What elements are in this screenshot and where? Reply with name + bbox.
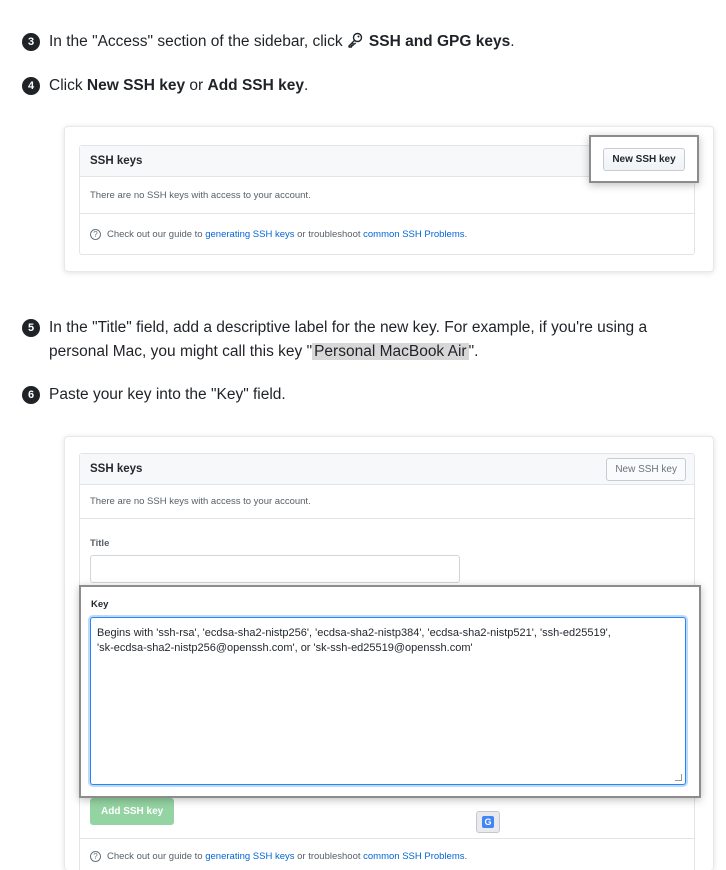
step-text: Click New SSH key or Add SSH key. [49, 77, 309, 94]
highlighted-text: Personal MacBook Air [312, 343, 469, 360]
step-number: 5 [22, 319, 40, 337]
guide-row: ? Check out our guide to generating SSH … [80, 214, 694, 254]
guide-row: ? Check out our guide to generating SSH … [80, 838, 694, 870]
screenshot-add-ssh-key: SSH keys New SSH key There are no SSH ke… [64, 436, 714, 870]
help-icon: ? [90, 228, 101, 240]
generating-ssh-keys-link[interactable]: generating SSH keys [205, 229, 294, 240]
step-number: 6 [22, 386, 40, 404]
key-icon [347, 32, 362, 48]
help-icon: ? [90, 851, 101, 862]
step-text: In the "Access" section of the sidebar, … [49, 32, 515, 50]
new-ssh-key-button[interactable]: New SSH key [606, 457, 686, 481]
step-number: 3 [22, 33, 40, 51]
screenshot-new-ssh-key: SSH keys There are no SSH keys with acce… [64, 126, 714, 272]
key-textarea[interactable]: Begins with 'ssh-rsa', 'ecdsa-sha2-nistp… [90, 617, 686, 785]
key-highlight-box: Key Begins with 'ssh-rsa', 'ecdsa-sha2-n… [79, 585, 701, 798]
key-label: Key [91, 599, 109, 610]
resize-handle[interactable] [675, 774, 682, 781]
generating-ssh-keys-link[interactable]: generating SSH keys [205, 851, 294, 862]
empty-state-row: There are no SSH keys with access to you… [80, 485, 694, 519]
common-ssh-problems-link[interactable]: common SSH Problems [363, 229, 464, 240]
step-3: 3 In the "Access" section of the sidebar… [22, 30, 515, 54]
panel-title: SSH keys [90, 463, 143, 475]
step-number: 4 [22, 77, 40, 95]
step-4: 4 Click New SSH key or Add SSH key. [22, 74, 308, 98]
add-ssh-key-button[interactable]: Add SSH key [90, 798, 175, 825]
panel-header: SSH keys New SSH key [80, 454, 694, 485]
common-ssh-problems-link[interactable]: common SSH Problems [363, 851, 464, 862]
step-text: Paste your key into the "Key" field. [49, 386, 286, 403]
title-label: Title [90, 538, 110, 549]
highlight-box: New SSH key [589, 135, 699, 183]
translate-icon[interactable]: G [476, 811, 500, 833]
title-input[interactable] [90, 555, 460, 583]
step-5: 5 In the "Title" field, add a descriptiv… [22, 316, 647, 364]
step-6: 6 Paste your key into the "Key" field. [22, 383, 286, 407]
new-ssh-key-button[interactable]: New SSH key [603, 147, 685, 171]
panel-title: SSH keys [90, 155, 143, 167]
step-text: In the "Title" field, add a descriptive … [49, 319, 648, 360]
